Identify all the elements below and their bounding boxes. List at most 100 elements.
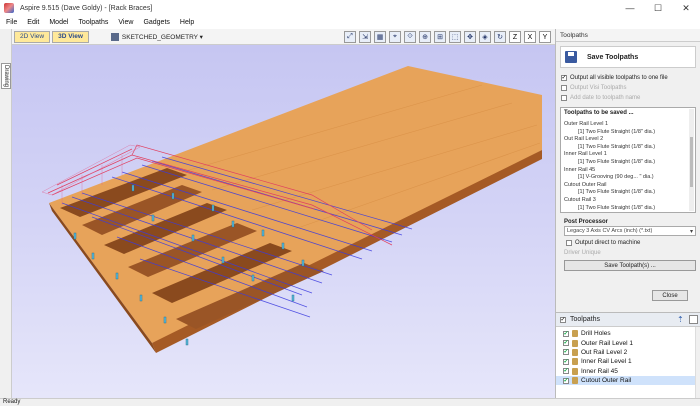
minimize-button[interactable]: — <box>616 0 644 16</box>
checkbox-all-visible[interactable]: ✓ <box>561 75 567 81</box>
toolpath-list-header: ✓ Toolpaths ⇡ <box>556 312 700 326</box>
pan-icon[interactable]: ✥ <box>464 31 476 43</box>
option-output-direct[interactable]: Output direct to machine <box>566 238 700 248</box>
y-icon[interactable]: Y <box>539 31 551 43</box>
menu-file[interactable]: File <box>6 19 17 26</box>
saved-tool-line: [1] Two Flute Straight (1/8" dia.) <box>578 189 656 196</box>
view-toolbar: 2D View 3D View SKETCHED_GEOMETRY ▾ ⤢ ⇲ ▦ ⌖… <box>12 29 555 45</box>
x-icon[interactable]: X <box>524 31 536 43</box>
save-toolpaths-button[interactable]: Save Toolpath(s) ... <box>564 260 696 271</box>
saved-tool-line: [1] Two Flute Straight (1/8" dia.) <box>578 128 656 135</box>
saved-toolpath-line: Inner Rail 45 <box>564 166 596 173</box>
toolpath-list-item[interactable]: ✓ Drill Holes <box>556 329 700 338</box>
scroll-thumb[interactable] <box>690 137 693 187</box>
list-view-icon[interactable] <box>689 315 698 324</box>
resize-icon[interactable]: ⇲ <box>359 31 371 43</box>
menu-gadgets[interactable]: Gadgets <box>143 19 169 26</box>
toolpath-list-scrollbar[interactable] <box>695 327 700 400</box>
saved-list-title: Toolpaths to be saved ... <box>564 110 634 116</box>
toolpath-type-icon <box>572 358 578 366</box>
toolpath-type-icon <box>572 348 578 356</box>
toolpath-name: Inner Rail Level 1 <box>581 358 632 366</box>
close-button[interactable]: Close <box>652 290 688 301</box>
menu-edit[interactable]: Edit <box>27 19 39 26</box>
iso-icon[interactable]: ◈ <box>479 31 491 43</box>
drawing-tab[interactable]: Drawing <box>1 63 11 89</box>
toolpath-list-item[interactable]: ✓ Inner Rail Level 1 <box>556 357 700 366</box>
checkbox-add-date[interactable] <box>561 95 567 101</box>
floppy-disk-icon <box>565 51 577 63</box>
tab-3d-view[interactable]: 3D View <box>52 30 89 43</box>
saved-list-scrollbar[interactable] <box>689 109 694 211</box>
saved-toolpath-line: Cutout Outer Rail <box>564 181 607 188</box>
z-icon[interactable]: Z <box>509 31 521 43</box>
measure-icon[interactable]: ⟐ <box>404 31 416 43</box>
toolpath-list-item[interactable]: ✓ Out Rail Level 2 <box>556 348 700 357</box>
checkbox-output-direct[interactable] <box>566 240 572 246</box>
rotate-icon[interactable]: ↻ <box>494 31 506 43</box>
grid-icon[interactable]: ▦ <box>374 31 386 43</box>
save-toolpaths-title: Save Toolpaths <box>587 53 639 61</box>
tab-2d-view[interactable]: 2D View <box>14 30 51 43</box>
maximize-button[interactable]: ☐ <box>644 0 672 16</box>
toolpath-name: Outer Rail Level 1 <box>581 339 634 347</box>
saved-toolpath-line: Cutout Rail 3 <box>564 196 596 203</box>
toolpath-visible-checkbox[interactable]: ✓ <box>563 330 569 337</box>
post-processor-title: Post Processor <box>564 219 609 225</box>
pin-icon[interactable]: ⇡ <box>677 315 686 325</box>
toolpath-type-icon <box>572 339 578 347</box>
toolpath-list[interactable]: ✓ Drill Holes ✓ Outer Rail Level 1 ✓ Out Rail… <box>556 326 700 400</box>
toolpath-type-icon <box>572 377 578 385</box>
toolpath-list-item[interactable]: ✓ Outer Rail Level 1 <box>556 338 700 347</box>
saved-toolpath-line: Outer Rail Level 1 <box>564 121 609 127</box>
toolpath-visible-checkbox[interactable]: ✓ <box>563 340 569 347</box>
toolpath-visible-checkbox[interactable]: ✓ <box>563 377 569 384</box>
saved-tool-line: [1] Two Flute Straight (1/8" dia.) <box>578 204 656 211</box>
select-icon[interactable]: ⬚ <box>449 31 461 43</box>
toolpath-list-item[interactable]: ✓ Cutout Outer Rail <box>556 375 700 386</box>
menu-help[interactable]: Help <box>180 19 194 26</box>
toolpath-name: Out Rail Level 2 <box>581 348 628 356</box>
3d-viewport[interactable] <box>12 45 555 398</box>
toolpath-visible-checkbox[interactable]: ✓ <box>563 358 569 365</box>
toolpaths-panel: Toolpaths Save Toolpaths ✓ Output all vi… <box>555 29 700 400</box>
chevron-down-icon: ▾ <box>689 228 693 235</box>
menu-toolpaths[interactable]: Toolpaths <box>78 19 108 26</box>
aspire-logo-icon <box>4 3 14 13</box>
window-title: Aspire 9.515 (Dave Goldy) - [Rack Braces… <box>20 4 153 12</box>
layer-icon <box>110 32 119 41</box>
zoom-icon[interactable]: ⊕ <box>419 31 431 43</box>
driver-label: Driver Unique <box>564 250 601 256</box>
checkbox-visible-toolpaths[interactable] <box>561 85 567 91</box>
toolpath-type-icon <box>572 367 578 375</box>
toolpath-visible-checkbox[interactable]: ✓ <box>563 349 569 356</box>
menu-view[interactable]: View <box>118 19 133 26</box>
saved-tool-line: [1] Two Flute Straight (1/8" dia.) <box>578 158 656 165</box>
checkbox-all-toolpaths[interactable]: ✓ <box>560 316 566 323</box>
option-visible-toolpaths[interactable]: Output Visi Toolpaths <box>561 83 700 93</box>
view-tool-icons: ⤢ ⇲ ▦ ⌖ ⟐ ⊕ ⊞ ⬚ ✥ ◈ ↻ Z X Y <box>341 31 551 43</box>
close-window-button[interactable]: ✕ <box>672 0 700 16</box>
board-top-surface <box>49 66 542 343</box>
drawing-side-panel: Drawing <box>0 29 12 399</box>
saved-tool-line: [1] Two Flute Straight (1/8" dia.) <box>578 143 656 150</box>
zoom-box-icon[interactable]: ⊞ <box>434 31 446 43</box>
fit-icon[interactable]: ⤢ <box>344 31 356 43</box>
cursor-icon[interactable]: ⌖ <box>389 31 401 43</box>
option-all-visible[interactable]: ✓ Output all visible toolpaths to one fi… <box>561 73 700 83</box>
menu-model[interactable]: Model <box>49 19 68 26</box>
option-add-date[interactable]: Add date to toolpath name <box>561 93 700 103</box>
toolpath-type-icon <box>572 330 578 338</box>
status-bar: Ready <box>0 398 700 406</box>
saved-tool-line: [1] V-Grooving (90 deg... " dia.) <box>578 174 654 181</box>
save-toolpaths-header: Save Toolpaths <box>560 46 696 68</box>
geometry-layer-select[interactable]: SKETCHED_GEOMETRY ▾ <box>110 32 203 41</box>
saved-toolpath-line: Out Rail Level 2 <box>564 136 604 143</box>
toolpaths-to-save-list[interactable]: Toolpaths to be saved ... Outer Rail Lev… <box>560 107 696 213</box>
toolpath-list-item[interactable]: ✓ Inner Rail 45 <box>556 367 700 376</box>
toolpath-visible-checkbox[interactable]: ✓ <box>563 368 569 375</box>
title-bar: Aspire 9.515 (Dave Goldy) - [Rack Braces… <box>0 0 700 16</box>
toolpath-name: Drill Holes <box>581 330 611 338</box>
toolpath-name: Cutout Outer Rail <box>581 377 632 385</box>
post-processor-select[interactable]: Legacy 3 Axis CV Arcs (inch) (*.txt) ▾ <box>564 226 696 236</box>
